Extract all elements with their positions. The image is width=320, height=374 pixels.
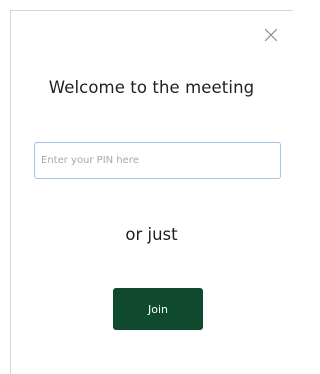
close-icon: [264, 28, 278, 42]
close-button[interactable]: [259, 23, 283, 47]
dialog-title: Welcome to the meeting: [48, 78, 255, 97]
join-button[interactable]: Join: [113, 288, 203, 330]
or-just-text: or just: [125, 225, 178, 244]
pin-input[interactable]: [34, 142, 281, 179]
join-button-label: Join: [147, 302, 168, 316]
